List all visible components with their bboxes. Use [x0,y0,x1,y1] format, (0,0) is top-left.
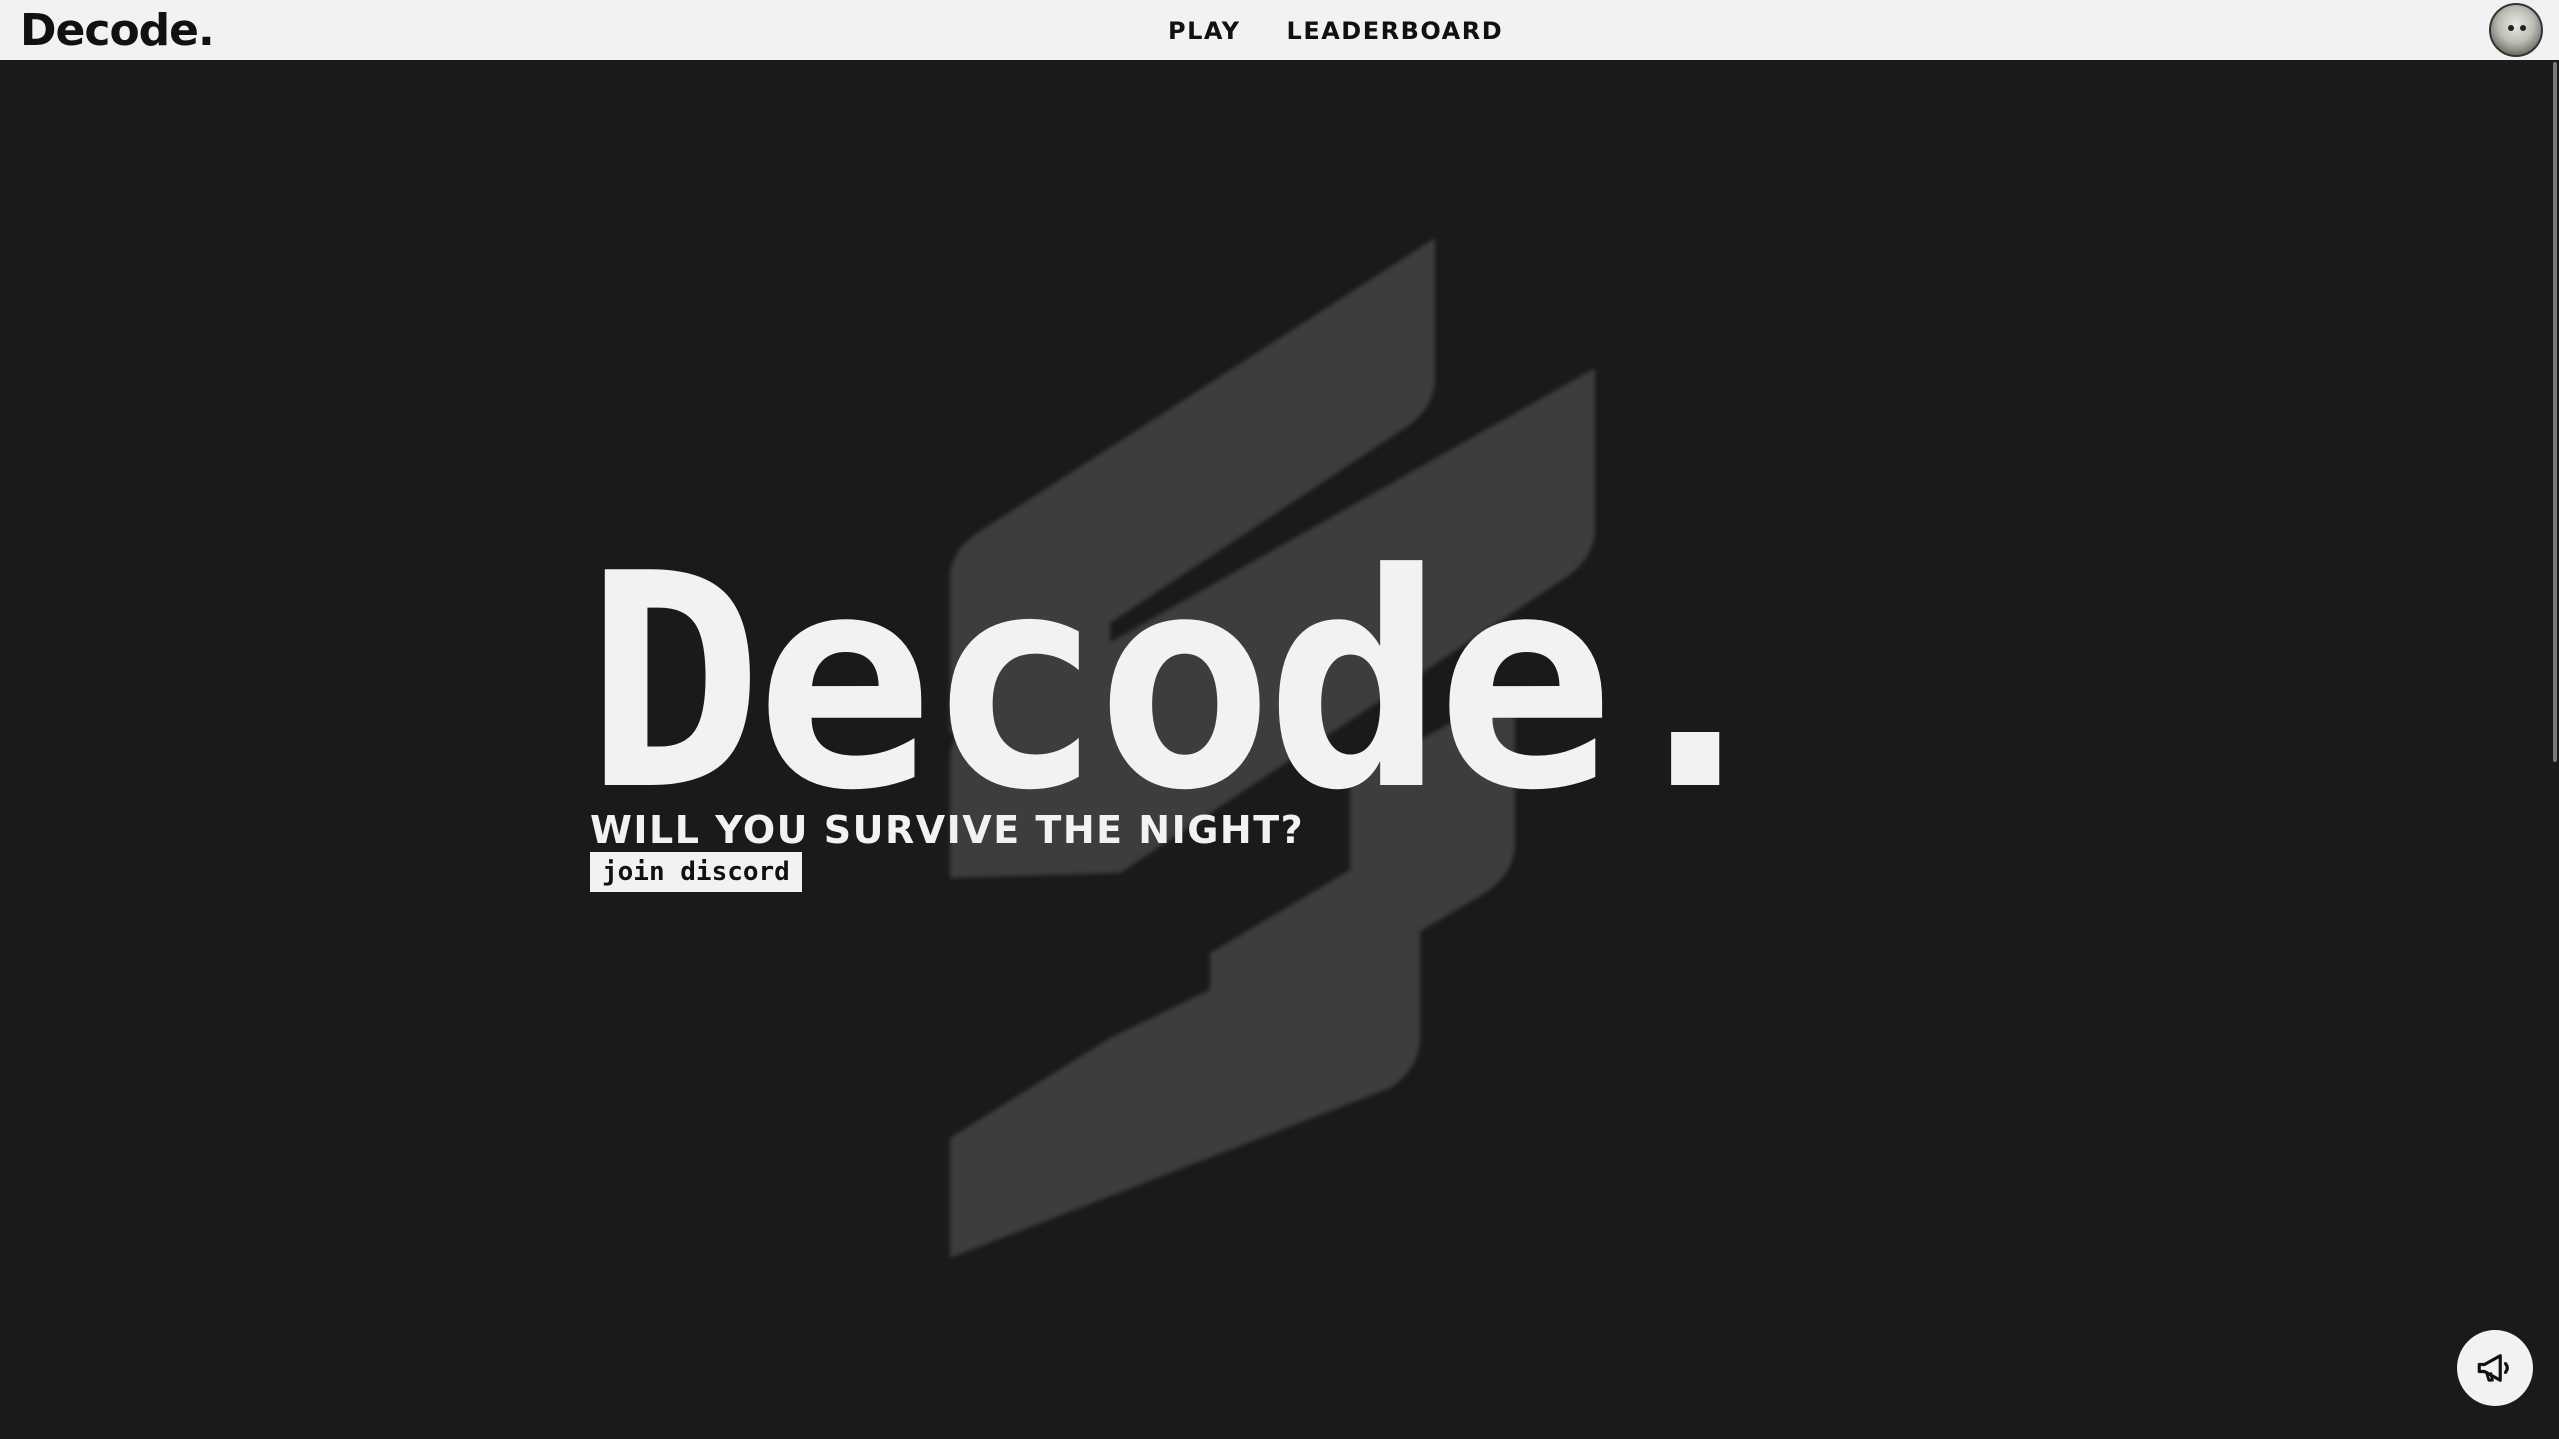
scrollbar-thumb[interactable] [2553,62,2557,762]
megaphone-icon [2477,1354,2509,1382]
hero-title: Decode. [585,510,1784,855]
announcement-button[interactable] [2457,1330,2533,1406]
nav-links: PLAY LEADERBOARD [1168,0,1503,62]
user-avatar[interactable] [2489,3,2543,57]
brand-logo[interactable]: Decode. [20,4,215,58]
avatar-eye-right [2520,25,2526,31]
top-navbar: Decode. PLAY LEADERBOARD [0,0,2559,62]
hero-tagline: WILL YOU SURVIVE THE NIGHT? [590,808,1305,852]
nav-link-leaderboard[interactable]: LEADERBOARD [1287,17,1504,45]
nav-link-play[interactable]: PLAY [1168,17,1241,45]
join-discord-button[interactable]: join discord [590,852,802,892]
avatar-eye-left [2508,25,2514,31]
